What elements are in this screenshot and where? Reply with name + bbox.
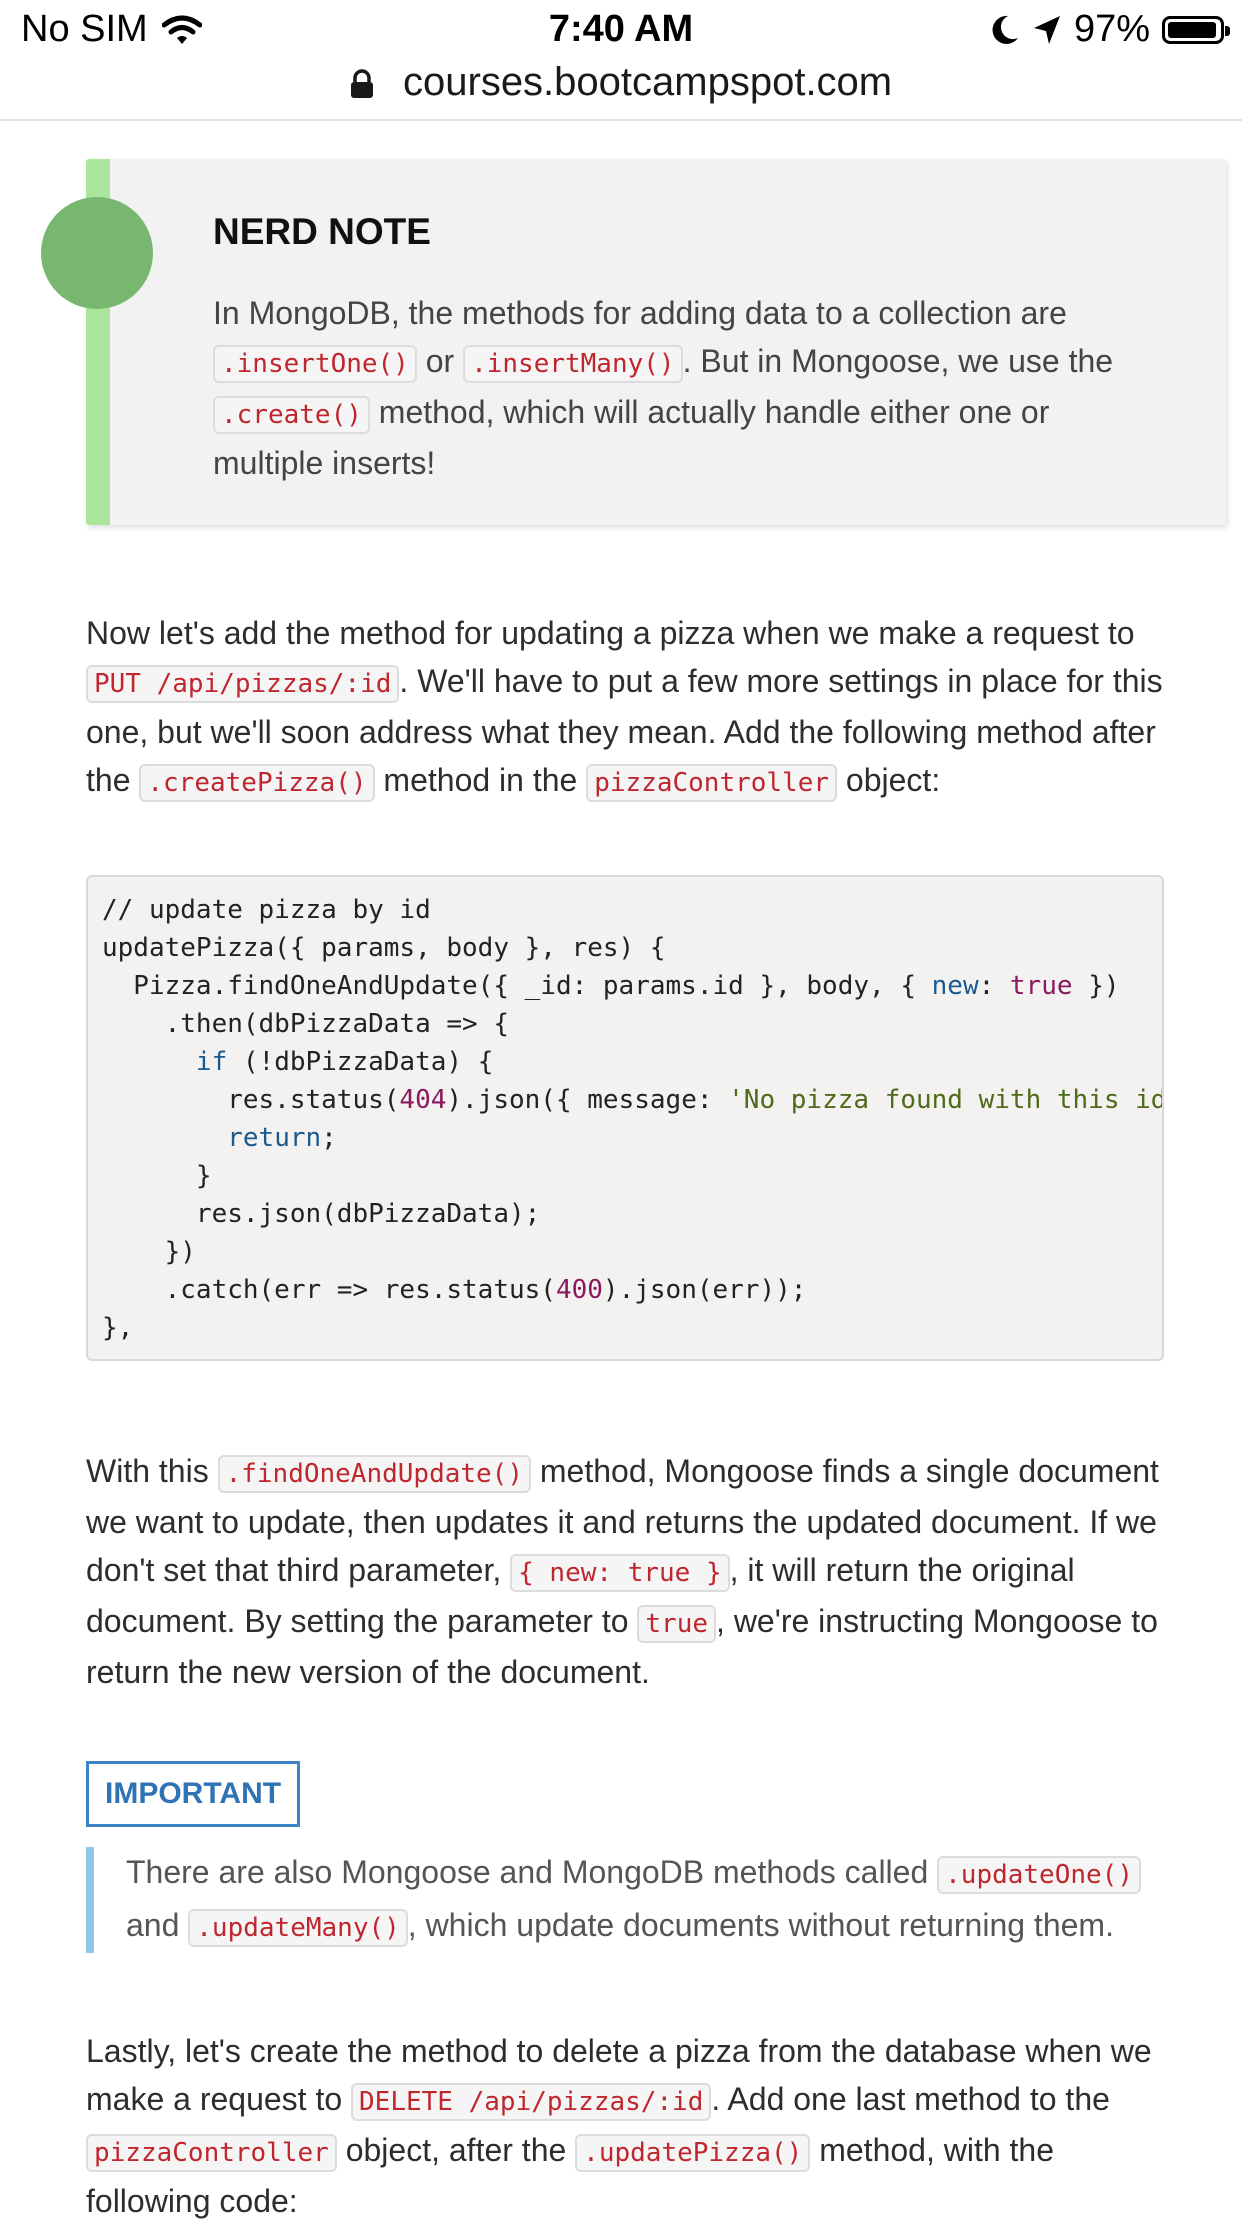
text: . But in Mongoose, we use the [682,343,1114,379]
text: object, after the [336,2132,576,2168]
inline-code: .updateOne() [937,1856,1141,1894]
code-token: : [978,971,1010,1001]
battery-percent: 97% [1073,8,1150,50]
inline-code: pizzaController [586,764,838,802]
text: There are also Mongoose and MongoDB meth… [126,1854,938,1890]
inline-code: .updateMany() [188,1909,408,1947]
code-token: if [195,1047,228,1077]
status-bar: No SIM 7:40 AM 97% [0,0,1242,64]
code-line: }, [102,1313,134,1343]
text: or [416,343,464,379]
text: object: [837,762,941,798]
code-token: .catch(err => res.status( [102,1275,556,1305]
text: . Add one last method to the [711,2081,1110,2117]
important-body: There are also Mongoose and MongoDB meth… [126,1847,1166,1953]
header-divider [0,119,1242,121]
text: Now let's add the method for updating a … [86,615,1135,651]
important-quote: There are also Mongoose and MongoDB meth… [86,1847,1166,1953]
code-block[interactable]: // update pizza by id updatePizza({ para… [86,875,1164,1361]
inline-code: .create() [213,396,370,434]
code-token: (!dbPizzaData) { [227,1047,494,1077]
code-line: updatePizza({ params, body }, res) { [102,933,666,963]
lock-icon [350,69,373,99]
inline-code: .insertOne() [213,345,417,383]
code-line: } [102,1161,212,1191]
inline-code: pizzaController [86,2134,337,2172]
url-text: courses.bootcampspot.com [403,60,893,104]
code-token: ).json(err)); [602,1275,807,1305]
inline-code: .findOneAndUpdate() [217,1455,531,1493]
address-bar[interactable]: courses.bootcampspot.com [0,60,1242,118]
text: method in the [374,762,587,798]
inline-code: { new: true } [510,1554,730,1592]
code-token: 400 [555,1275,603,1305]
code-token: return [227,1123,322,1153]
code-token: new [931,971,979,1001]
code-line: // update pizza by id [102,895,431,925]
code-token: Pizza.findOneAndUpdate({ _id: params.id … [102,971,932,1001]
inline-code: true [637,1605,717,1643]
inline-code: .updatePizza() [575,2134,811,2172]
code-token: 404 [399,1085,447,1115]
inline-code: PUT /api/pizzas/:id [86,665,400,703]
code-token: res.status( [102,1085,400,1115]
inline-code: .insertMany() [463,345,683,383]
status-right: 97% [990,8,1230,51]
code-token: 'No pizza found with this id!' [728,1085,1164,1115]
battery-fill [1168,21,1216,38]
paragraph-delete-intro: Lastly, let's create the method to delet… [86,2027,1166,2225]
code-token: ; [321,1123,337,1153]
code-line: }) [102,1237,196,1267]
nerd-note-title: NERD NOTE [213,211,431,252]
nerd-note-body: In MongoDB, the methods for adding data … [213,289,1163,487]
nerd-note-callout: NERD NOTE In MongoDB, the methods for ad… [41,159,1226,525]
code-line: res.json(dbPizzaData); [102,1199,541,1229]
code-token: ).json({ message: [446,1085,729,1115]
text: With this [86,1453,218,1489]
code-line: .then(dbPizzaData => { [102,1009,509,1039]
code-token: }) [1072,971,1120,1001]
paragraph-update-intro: Now let's add the method for updating a … [86,609,1166,807]
important-label: IMPORTANT [86,1761,301,1827]
inline-code: .createPizza() [139,764,375,802]
text: In MongoDB, the methods for adding data … [213,295,1067,331]
location-arrow-icon [1033,15,1060,44]
battery-nub [1225,25,1230,36]
moon-icon [992,15,1018,44]
code-token: true [1009,971,1073,1001]
text: , which update documents without returni… [407,1907,1114,1943]
inline-code: DELETE /api/pizzas/:id [351,2083,712,2121]
text: and [126,1907,189,1943]
paragraph-find-one-and-update: With this .findOneAndUpdate() method, Mo… [86,1447,1166,1696]
code-text: // update pizza by id updatePizza({ para… [88,877,1164,1359]
battery-icon [1162,15,1230,44]
callout-circle-icon [41,197,153,309]
